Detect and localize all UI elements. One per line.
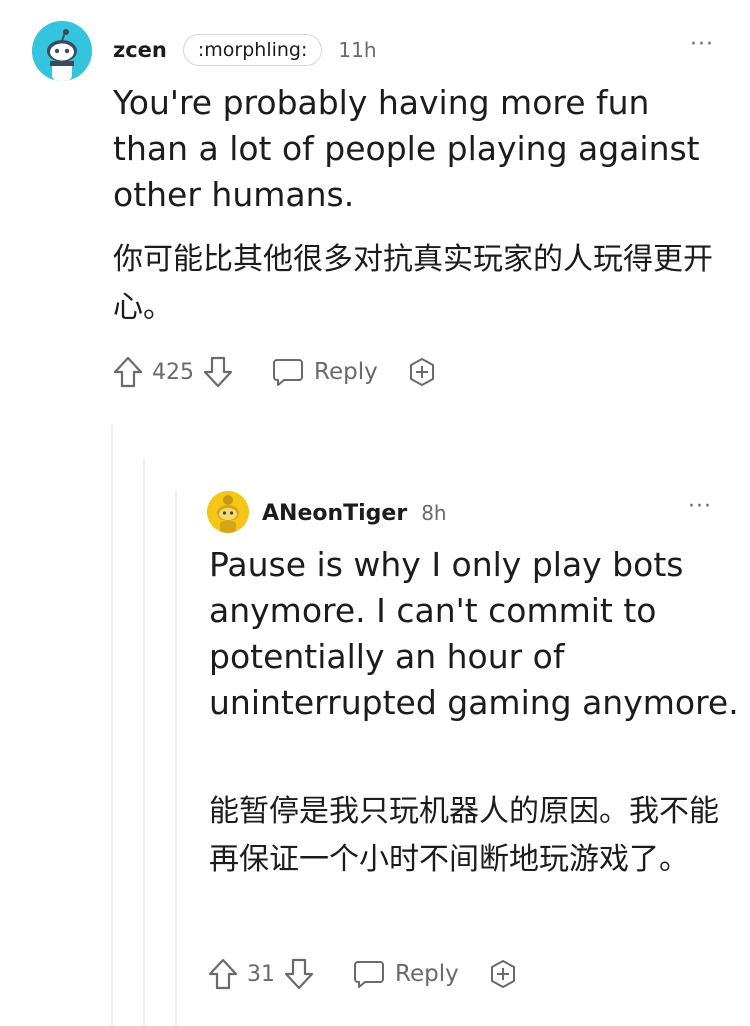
reply-label: Reply: [395, 961, 459, 987]
thread-line[interactable]: [175, 491, 177, 1026]
timestamp: 8h: [421, 501, 447, 525]
avatar[interactable]: [207, 491, 249, 533]
comment-translation: 能暂停是我只玩机器人的原因。我不能再保证一个小时不间断地玩游戏了。: [209, 794, 719, 877]
avatar[interactable]: [32, 21, 92, 81]
award-plus-icon: [490, 960, 515, 988]
speech-bubble-icon: [354, 961, 384, 988]
arrow-down-icon[interactable]: [283, 957, 315, 991]
award-button[interactable]: [487, 958, 519, 990]
vote-count: 425: [152, 359, 194, 385]
vote-count: 31: [247, 961, 275, 987]
more-dots-icon[interactable]: ···: [688, 496, 712, 518]
arrow-up-icon[interactable]: [112, 355, 144, 389]
reply-label: Reply: [314, 359, 378, 385]
username[interactable]: zcen: [113, 38, 167, 62]
comment-body: Pause is why I only play bots anymore. I…: [209, 545, 739, 722]
thread-line[interactable]: [111, 425, 113, 1026]
thread-line[interactable]: [143, 459, 145, 1026]
reddit-snoo-icon: [32, 21, 92, 81]
arrow-up-icon[interactable]: [207, 957, 239, 991]
speech-bubble-icon: [273, 359, 303, 386]
timestamp: 11h: [338, 38, 377, 62]
reply-button[interactable]: Reply: [353, 958, 459, 990]
award-button[interactable]: [406, 356, 438, 388]
comment-translation: 你可能比其他很多对抗真实玩家的人玩得更开心。: [113, 242, 713, 325]
comment-meta: zcen :morphling: 11h: [113, 32, 377, 68]
reply-button[interactable]: Reply: [272, 356, 378, 388]
more-dots-icon[interactable]: ···: [690, 34, 714, 56]
user-flair: :morphling:: [182, 34, 323, 66]
username[interactable]: ANeonTiger: [262, 501, 407, 526]
comment-meta: ANeonTiger 8h: [262, 498, 447, 528]
arrow-down-icon[interactable]: [202, 355, 234, 389]
comment-actions: 31 Reply: [207, 954, 519, 994]
comment-body: You're probably having more fun than a l…: [113, 83, 700, 214]
reddit-snoo-icon: [207, 491, 249, 533]
comment-actions: 425 Reply: [112, 352, 438, 392]
award-plus-icon: [409, 358, 434, 386]
